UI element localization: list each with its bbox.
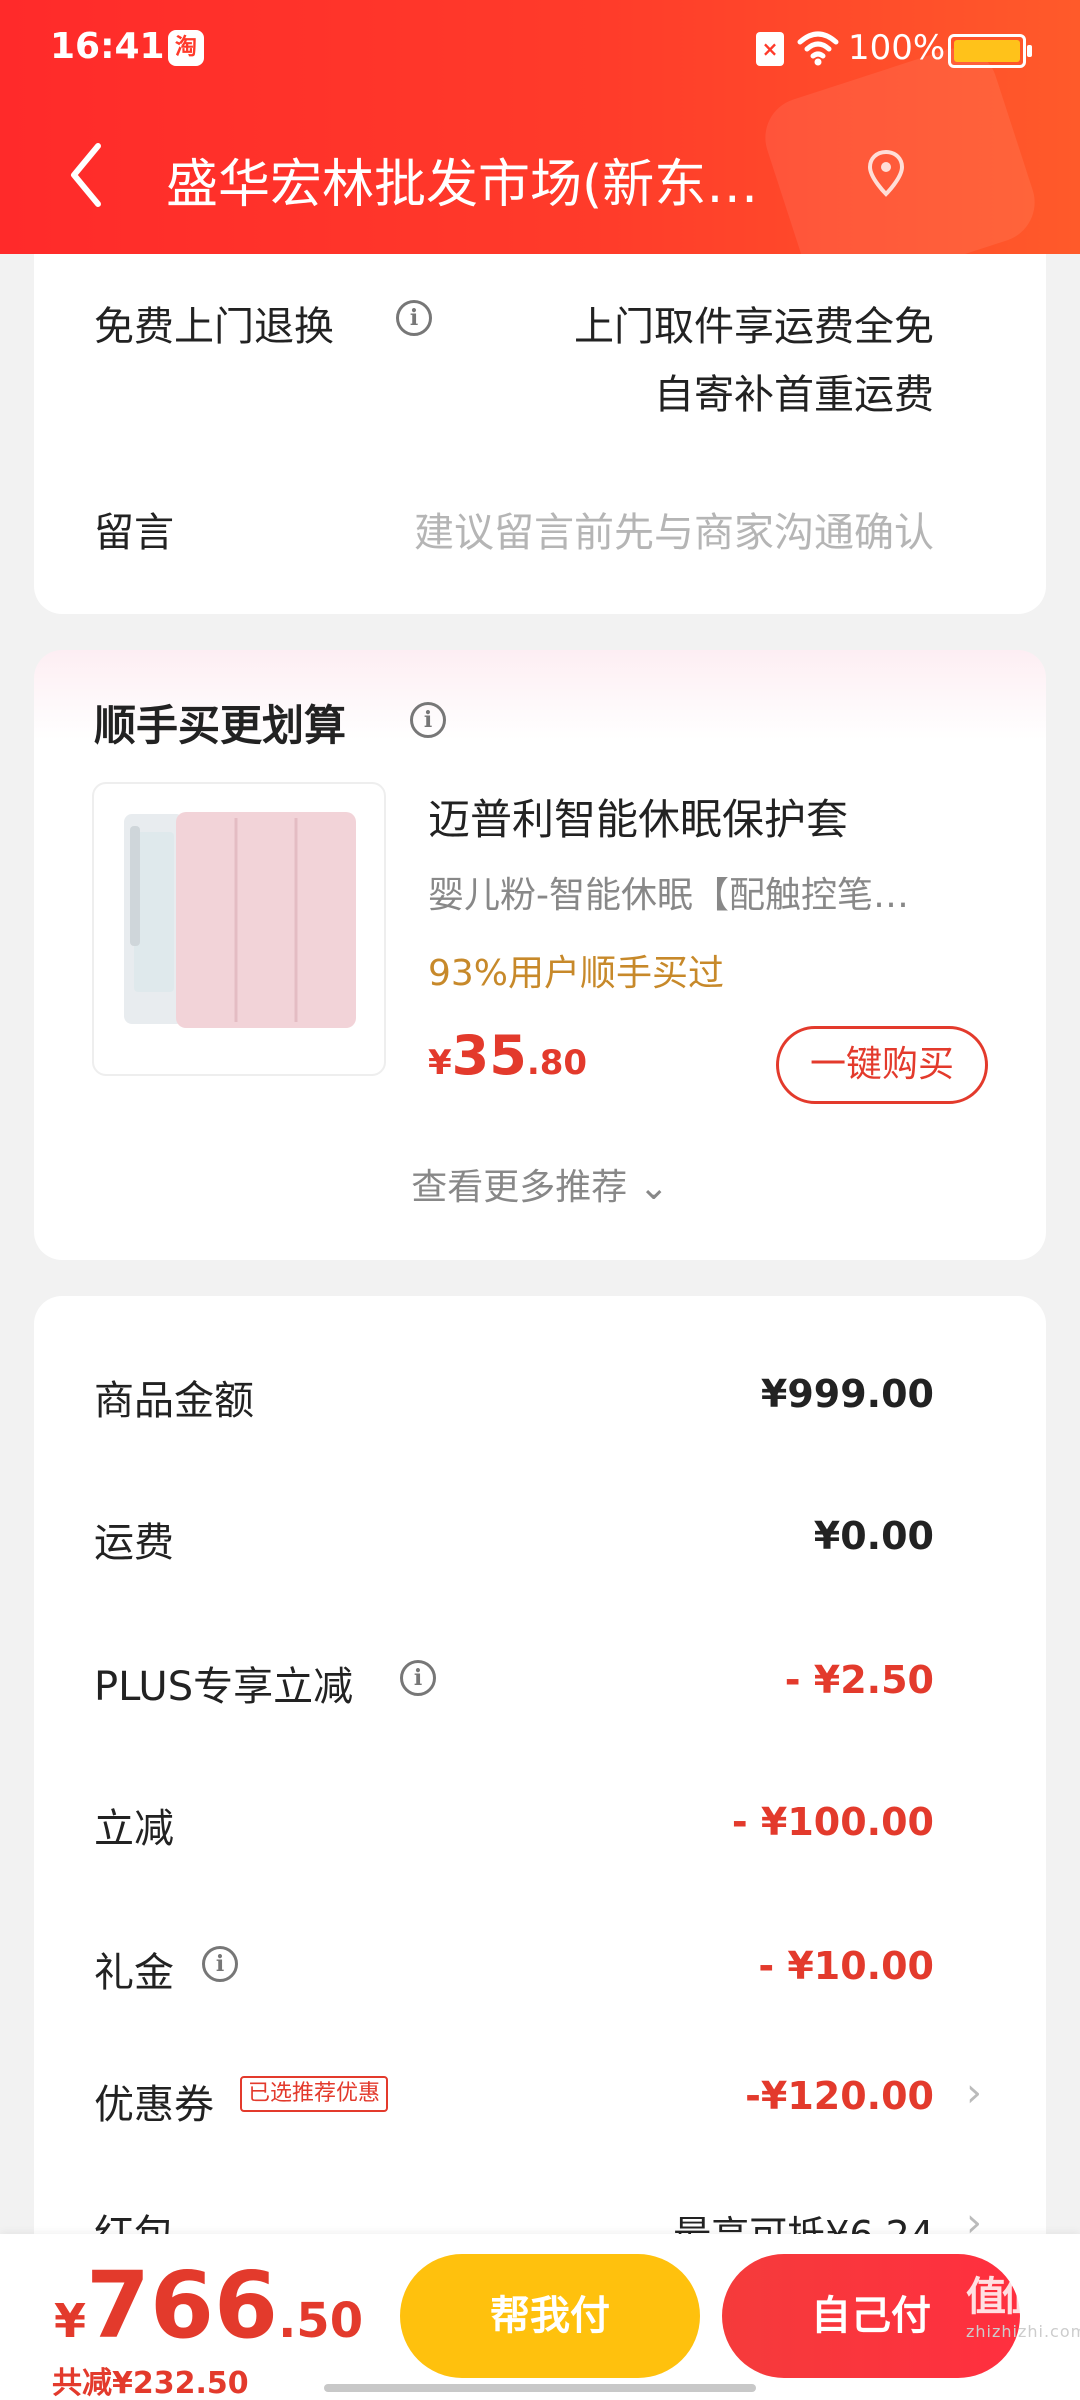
chevron-right-icon[interactable]: › [966, 2070, 982, 2116]
product-price: ¥35.80 [428, 1024, 587, 1087]
message-input[interactable]: 建议留言前先与商家沟通确认 [414, 500, 934, 558]
recommended-coupon-tag: 已选推荐优惠 [240, 2076, 389, 2112]
instant-discount-value: - ¥100.00 [731, 1800, 934, 1844]
return-exchange-label: 免费上门退换 [94, 304, 334, 350]
recommend-title: 顺手买更划算 [94, 701, 347, 750]
product-name[interactable]: 迈普利智能休眠保护套 [428, 786, 848, 847]
watermark-site: zhizhizhi.com [966, 2322, 1080, 2341]
price-integer: 35 [451, 1024, 527, 1087]
location-pin-icon[interactable] [866, 148, 906, 198]
return-exchange-line2: 自寄补首重运费 [654, 372, 934, 418]
order-options-card: 免费上门退换 i 上门取件享运费全免 自寄补首重运费 留言 建议留言前先与商家沟… [34, 254, 1046, 614]
info-icon[interactable]: i [410, 702, 446, 738]
status-time: 16:41 [50, 26, 165, 67]
taobao-app-icon: 淘 [168, 30, 204, 66]
recommend-card: 顺手买更划算 i 迈普利智能休眠保护套 婴儿粉-智能休眠【配触控笔… 93%用户… [34, 650, 1046, 1260]
gift-money-label: 礼金 [94, 1950, 174, 1996]
price-currency: ¥ [428, 1043, 452, 1083]
plus-discount-value: - ¥2.50 [784, 1658, 934, 1702]
price-decimal: .80 [526, 1043, 588, 1083]
total-price: ¥766.50 [54, 2260, 363, 2352]
total-saved-text: 共减¥232.50 [52, 2366, 249, 2400]
home-indicator[interactable] [324, 2384, 756, 2392]
message-label: 留言 [94, 510, 174, 556]
total-integer: 766 [86, 2252, 279, 2359]
return-exchange-line1: 上门取件享运费全免 [574, 304, 934, 350]
battery-percent: 100% [848, 28, 946, 68]
goods-amount-value: ¥999.00 [760, 1372, 934, 1416]
watermark-logo: 值值值 zhizhizhi.com [966, 2264, 1080, 2341]
total-decimal: .50 [278, 2293, 364, 2349]
status-bar: 16:41 淘 × 100% [0, 0, 1080, 100]
checkout-bar: ¥766.50 共减¥232.50 帮我付 自己付 值值值 zhizhizhi.… [0, 2234, 1080, 2400]
bought-rate-text: 93%用户顺手买过 [428, 953, 725, 994]
product-thumbnail[interactable] [92, 782, 386, 1076]
gift-money-value: - ¥10.00 [758, 1944, 934, 1988]
shipping-value: ¥0.00 [813, 1514, 934, 1558]
info-icon[interactable]: i [400, 1660, 436, 1696]
back-arrow-icon[interactable] [62, 140, 112, 210]
page-title: 盛华宏林批发市场(新东… [166, 155, 759, 215]
one-click-buy-button[interactable]: 一键购买 [776, 1026, 988, 1104]
coupon-value[interactable]: -¥120.00 [745, 2074, 934, 2118]
product-spec: 婴儿粉-智能休眠【配触控笔… [428, 875, 909, 916]
plus-discount-label: PLUS专享立减 [94, 1664, 354, 1710]
help-me-pay-button[interactable]: 帮我付 [400, 2254, 700, 2378]
total-currency: ¥ [54, 2294, 87, 2348]
instant-discount-label: 立减 [94, 1806, 174, 1852]
wifi-icon [797, 31, 839, 66]
view-more-recommendations[interactable]: 查看更多推荐 ⌄ [34, 1158, 1046, 1210]
info-icon[interactable]: i [396, 300, 432, 336]
coupon-label[interactable]: 优惠券 [94, 2072, 214, 2130]
battery-icon [948, 34, 1032, 68]
no-sim-icon: × [756, 32, 784, 66]
watermark-text: 值值值 [966, 2274, 1078, 2320]
shipping-label: 运费 [94, 1520, 174, 1566]
goods-amount-label: 商品金额 [94, 1378, 254, 1424]
info-icon[interactable]: i [202, 1946, 238, 1982]
header: 16:41 淘 × 100% 盛华宏林批发市场(新东… [0, 0, 1080, 254]
